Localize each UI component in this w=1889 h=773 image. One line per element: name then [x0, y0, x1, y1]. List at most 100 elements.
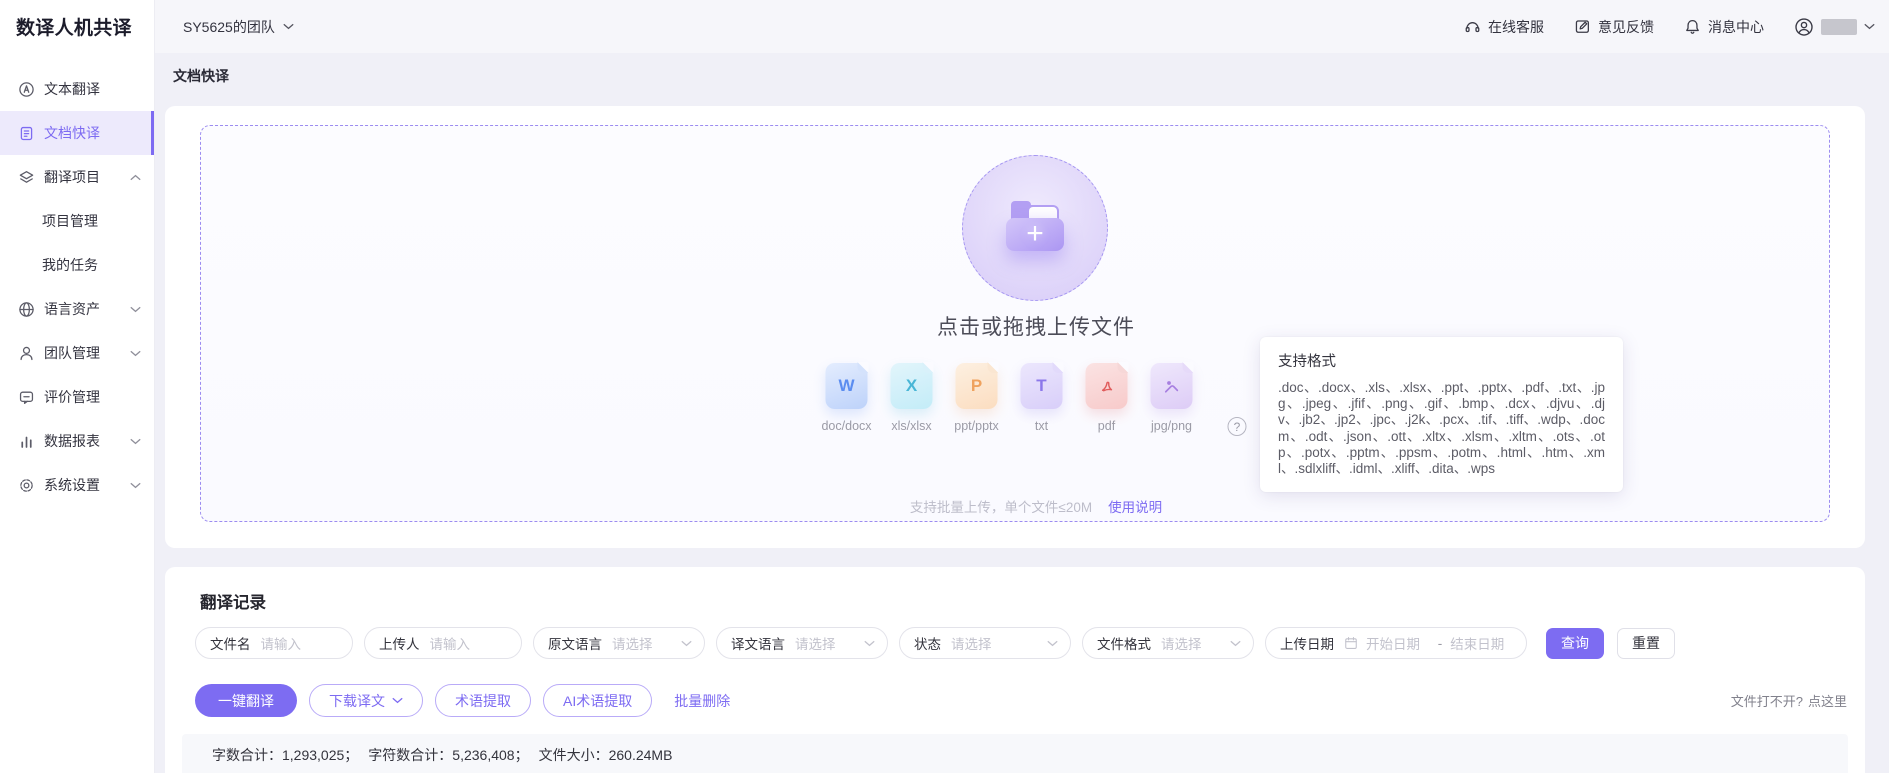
target-language-select[interactable]: 译文语言 请选择 [716, 627, 888, 659]
file-size-label: 文件大小： [539, 747, 609, 763]
image-file-icon [1151, 363, 1193, 409]
ai-term-extract-button[interactable]: AI术语提取 [543, 684, 652, 717]
team-selector[interactable]: SY5625的团队 [183, 17, 294, 37]
file-format-select[interactable]: 文件格式 请选择 [1082, 627, 1254, 659]
uploader-filter-input[interactable]: 上传人 请输入 [364, 627, 522, 659]
file-type-label: xls/xlsx [891, 419, 931, 433]
file-type-label: pdf [1098, 419, 1115, 433]
summary-stats: 字数合计：1,293,025；字符数合计：5,236,408；文件大小：260.… [182, 734, 1848, 773]
chevron-down-icon [283, 23, 294, 30]
filename-placeholder: 请输入 [261, 633, 341, 653]
search-button[interactable]: 查询 [1546, 628, 1604, 659]
filter-row: 文件名 请输入 上传人 请输入 原文语言 请选择 译文语言 请选择 状态 请选择 [195, 627, 1675, 659]
chevron-down-icon [392, 697, 403, 704]
translation-records-card: 翻译记录 文件名 请输入 上传人 请输入 原文语言 请选择 译文语言 请选择 状… [165, 567, 1865, 773]
topbar: SY5625的团队 在线客服 意见反馈 消息中心 [155, 0, 1889, 53]
team-name: SY5625的团队 [183, 17, 275, 37]
page-title: 文档快译 [173, 66, 229, 86]
help-icon[interactable]: ? [1228, 417, 1247, 436]
sidebar-item-label: 系统设置 [44, 475, 100, 495]
action-row: 一键翻译 下载译文 术语提取 AI术语提取 批量删除 文件打不开?点这里 [195, 684, 1847, 717]
plus-icon: + [1026, 218, 1044, 250]
sidebar-item-label: 翻译项目 [44, 167, 100, 187]
sidebar-item-label: 数据报表 [44, 431, 100, 451]
file-type-label: txt [1035, 419, 1048, 433]
username-redacted [1821, 19, 1857, 35]
reset-button[interactable]: 重置 [1617, 628, 1675, 659]
xls-file-icon: X [891, 363, 933, 409]
upload-hint-row: 支持批量上传，单个文件≤20M 使用说明 [910, 496, 1162, 516]
file-type-xls: X xls/xlsx [891, 363, 933, 433]
sidebar-item-language-assets[interactable]: 语言资产 [0, 287, 154, 331]
chevron-down-icon [1230, 640, 1241, 647]
chevron-down-icon [864, 640, 875, 647]
file-type-img: jpg/png [1151, 363, 1193, 433]
sidebar-item-projects[interactable]: 翻译项目 [0, 155, 154, 199]
upload-date-range-picker[interactable]: 上传日期 开始日期 - 结束日期 [1265, 627, 1527, 659]
customer-service-label: 在线客服 [1488, 17, 1544, 37]
chevron-down-icon [130, 482, 141, 489]
uploader-placeholder: 请输入 [430, 633, 510, 653]
sidebar-item-system-settings[interactable]: 系统设置 [0, 463, 154, 507]
comment-icon [18, 389, 35, 406]
file-type-doc: W doc/docx [826, 363, 868, 433]
pdf-file-icon [1086, 363, 1128, 409]
upload-button[interactable]: + [962, 155, 1108, 301]
batch-upload-hint: 支持批量上传，单个文件≤20M [910, 500, 1092, 515]
tooltip-formats-list: .doc、.docx、.xls、.xlsx、.ppt、.pptx、.pdf、.t… [1278, 380, 1605, 477]
usage-instructions-link[interactable]: 使用说明 [1108, 500, 1162, 515]
download-translation-button[interactable]: 下载译文 [309, 684, 423, 717]
sidebar-item-label: 文本翻译 [44, 79, 100, 99]
filename-filter-input[interactable]: 文件名 请输入 [195, 627, 353, 659]
sidebar-item-my-tasks[interactable]: 我的任务 [0, 243, 154, 287]
message-center-button[interactable]: 消息中心 [1684, 17, 1764, 37]
user-menu[interactable] [1794, 17, 1875, 37]
sidebar-item-data-reports[interactable]: 数据报表 [0, 419, 154, 463]
sidebar-item-doc-translate[interactable]: 文档快译 [0, 111, 154, 155]
file-type-txt: T txt [1021, 363, 1063, 433]
feedback-button[interactable]: 意见反馈 [1574, 17, 1654, 37]
supported-formats-tooltip: 支持格式 .doc、.docx、.xls、.xlsx、.ppt、.pptx、.p… [1260, 337, 1623, 492]
sidebar-menu: 文本翻译 文档快译 翻译项目 项目管理 我的任务 [0, 53, 154, 507]
bell-icon [1684, 18, 1701, 35]
sidebar-item-text-translate[interactable]: 文本翻译 [0, 67, 154, 111]
sidebar-item-team-management[interactable]: 团队管理 [0, 331, 154, 375]
status-select[interactable]: 状态 请选择 [899, 627, 1071, 659]
char-count-value: 5,236,408 [452, 747, 514, 763]
doc-file-icon: W [826, 363, 868, 409]
char-count-label: 字符数合计： [368, 747, 452, 763]
file-type-label: jpg/png [1151, 419, 1192, 433]
file-type-label: ppt/pptx [954, 419, 998, 433]
message-center-label: 消息中心 [1708, 17, 1764, 37]
chevron-down-icon [1864, 23, 1875, 30]
globe-icon [18, 301, 35, 318]
upload-card: + 点击或拖拽上传文件 W doc/docx X xls/xlsx P ppt/… [165, 106, 1865, 548]
sidebar-item-label: 文档快译 [44, 123, 100, 143]
app-logo: 数译人机共译 [0, 0, 154, 53]
chevron-down-icon [130, 306, 141, 313]
term-extract-button[interactable]: 术语提取 [435, 684, 531, 717]
sidebar-item-label: 团队管理 [44, 343, 100, 363]
projects-layers-icon [18, 169, 35, 186]
supported-file-types: W doc/docx X xls/xlsx P ppt/pptx T txt [826, 363, 1247, 433]
feedback-label: 意见反馈 [1598, 17, 1654, 37]
start-date-placeholder: 开始日期 [1366, 633, 1430, 653]
gear-icon [18, 477, 35, 494]
sidebar-item-project-management[interactable]: 项目管理 [0, 199, 154, 243]
chevron-down-icon [681, 640, 692, 647]
word-count-value: 1,293,025 [282, 747, 344, 763]
sidebar-item-label: 评价管理 [44, 387, 100, 407]
customer-service-button[interactable]: 在线客服 [1464, 17, 1544, 37]
file-type-pdf: pdf [1086, 363, 1128, 433]
file-issue-link[interactable]: 点这里 [1808, 694, 1847, 709]
txt-file-icon: T [1021, 363, 1063, 409]
word-count-label: 字数合计： [212, 747, 282, 763]
batch-delete-button[interactable]: 批量删除 [674, 691, 730, 711]
source-language-select[interactable]: 原文语言 请选择 [533, 627, 705, 659]
chevron-down-icon [130, 350, 141, 357]
main-content: 文档快译 + 点击或拖拽上传文件 W doc/docx X [155, 53, 1889, 773]
upload-title: 点击或拖拽上传文件 [937, 311, 1135, 341]
sidebar-item-review-management[interactable]: 评价管理 [0, 375, 154, 419]
folder-upload-icon: + [1006, 205, 1064, 251]
one-click-translate-button[interactable]: 一键翻译 [195, 684, 297, 717]
